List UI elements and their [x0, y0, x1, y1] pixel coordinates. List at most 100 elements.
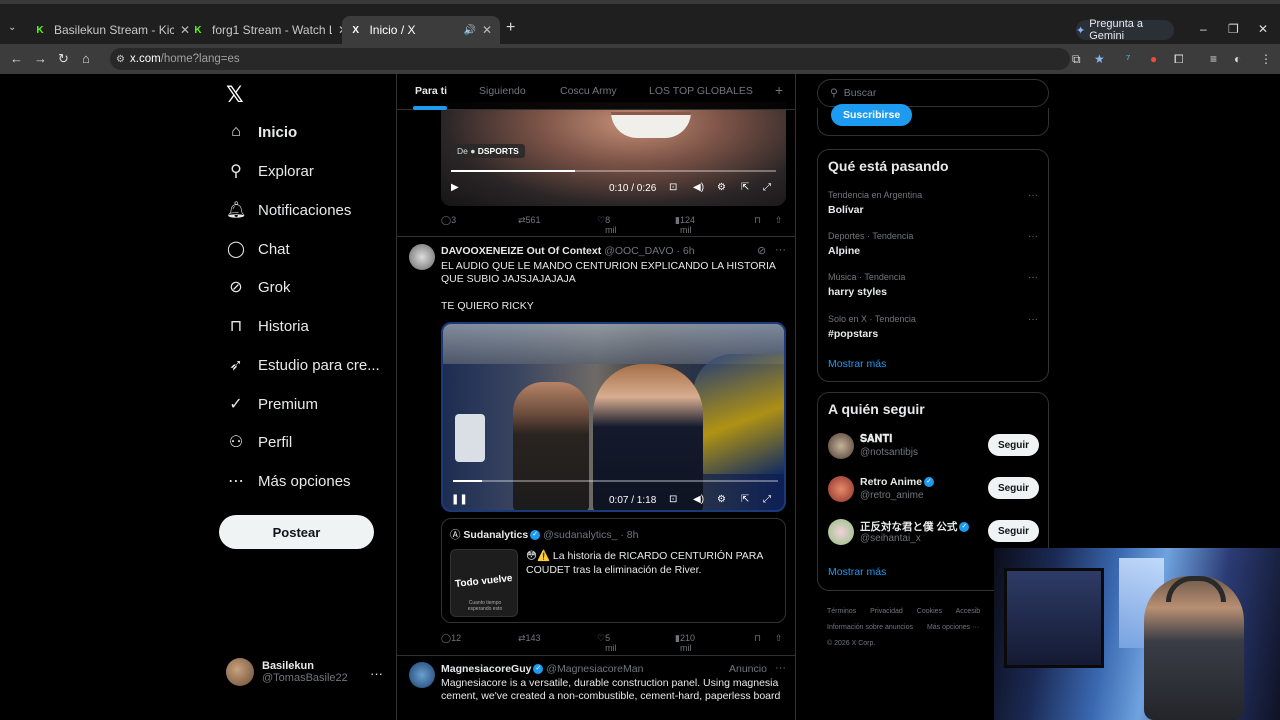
reply-button[interactable]: ◯ 3 — [441, 215, 456, 226]
follow-suggestion[interactable]: Retro Anime ✓ @retro_anime Seguir — [828, 474, 1040, 504]
reply-button[interactable]: ◯ 12 — [441, 633, 461, 644]
views-button[interactable]: ▮ 124 mil — [675, 215, 695, 235]
address-bar[interactable]: ⚙ x.com/home?lang=es — [110, 48, 1070, 70]
sidebar-item-grok[interactable]: ⊘ Grok — [226, 272, 290, 302]
add-tab-icon[interactable]: + — [775, 82, 783, 98]
video-progress-bar[interactable] — [453, 480, 778, 482]
retweet-button[interactable]: ⇄ 561 — [518, 215, 541, 226]
tab-para-ti[interactable]: Para ti — [415, 85, 447, 97]
search-input[interactable]: ⚲ Buscar — [817, 79, 1049, 107]
sidebar-item-mas-opciones[interactable]: ⋯ Más opciones — [226, 466, 351, 496]
sidebar-item-chat[interactable]: ◯ Chat — [226, 234, 290, 264]
share-icon[interactable]: ⇧ — [775, 633, 783, 644]
popout-icon[interactable]: ⇱ — [741, 182, 749, 193]
footer-link[interactable]: Información sobre anuncios — [827, 624, 913, 631]
home-icon[interactable]: ⌂ — [82, 51, 90, 66]
sidebar-item-explorar[interactable]: ⚲ Explorar — [226, 156, 314, 186]
share-icon[interactable]: ⇧ — [775, 215, 783, 226]
bookmark-star-icon[interactable]: ★ — [1094, 52, 1105, 66]
footer-link[interactable]: Privacidad — [870, 608, 903, 615]
like-button[interactable]: ♡ 5 mil — [597, 633, 617, 653]
browser-tab-kick-dashboard[interactable]: K Basilekun Stream - Kick Dashbo ✕ — [26, 18, 198, 42]
more-horizontal-icon[interactable]: ··· — [1028, 190, 1038, 201]
site-info-icon[interactable]: ⚙ — [116, 54, 125, 65]
volume-icon[interactable]: ◀) — [693, 494, 704, 505]
browser-menu-icon[interactable]: ⋮ — [1260, 52, 1272, 66]
grok-icon[interactable]: ⊘ — [757, 244, 766, 257]
trend-item[interactable]: Música · Tendencia harry styles ··· — [828, 272, 1038, 298]
follow-button[interactable]: Seguir — [988, 520, 1039, 542]
sidebar-item-historia[interactable]: ⊓ Historia — [226, 311, 309, 341]
settings-gear-icon[interactable]: ⚙ — [717, 494, 726, 505]
tab-siguiendo[interactable]: Siguiendo — [479, 85, 526, 97]
footer-link[interactable]: Cookies — [917, 608, 942, 615]
follow-button[interactable]: Seguir — [988, 434, 1039, 456]
subscribe-button[interactable]: Suscribirse — [831, 104, 913, 126]
more-horizontal-icon[interactable]: ··· — [775, 662, 786, 674]
tab-coscu-army[interactable]: Coscu Army — [560, 85, 617, 97]
show-more-follow-link[interactable]: Mostrar más — [828, 566, 886, 578]
like-button[interactable]: ♡ 8 mil — [597, 215, 617, 235]
tab-search-chevron-icon[interactable]: ⌄ — [8, 22, 16, 33]
avatar[interactable] — [409, 662, 435, 688]
gemini-button[interactable]: ✦ Pregunta a Gemini — [1076, 18, 1174, 42]
window-close-icon[interactable]: ✕ — [1258, 22, 1268, 36]
author-name[interactable]: DAVOOXENEIZE Out Of Context — [441, 245, 601, 257]
settings-gear-icon[interactable]: ⚙ — [717, 182, 726, 193]
footer-link[interactable]: Más opciones ··· — [927, 624, 979, 631]
tab-los-top-globales[interactable]: LOS TOP GLOBALES — [649, 85, 753, 97]
extensions-icon[interactable]: ⧠ — [1174, 52, 1184, 67]
views-button[interactable]: ▮ 210 mil — [675, 633, 695, 653]
trend-item[interactable]: Solo en X · Tendencia #popstars ··· — [828, 314, 1038, 340]
adblock-extension-icon[interactable]: ● — [1150, 52, 1157, 66]
browser-tab-forg1[interactable]: K forg1 Stream - Watch Live on K ✕ — [184, 18, 356, 42]
bookmark-icon[interactable]: ⊓ — [754, 633, 761, 644]
follow-button[interactable]: Seguir — [988, 477, 1039, 499]
translate-extension-icon[interactable]: ⁷ — [1126, 52, 1130, 66]
more-horizontal-icon[interactable]: ··· — [370, 666, 383, 681]
restore-icon[interactable]: ❐ — [1228, 22, 1239, 36]
trend-item[interactable]: Deportes · Tendencia Alpine ··· — [828, 231, 1038, 257]
captions-icon[interactable]: ⊡ — [669, 494, 677, 505]
follow-suggestion[interactable]: 𝐒𝐀𝐍𝐓𝐈 @notsantibjs Seguir — [828, 431, 1040, 461]
show-more-trends-link[interactable]: Mostrar más — [828, 358, 886, 370]
quoted-tweet[interactable]: Ⓐ Sudanalytics ✓ @sudanalytics_ · 8h Todo… — [441, 518, 786, 623]
more-horizontal-icon[interactable]: ··· — [1028, 272, 1038, 283]
minimize-icon[interactable]: – — [1200, 22, 1207, 36]
reading-list-icon[interactable]: ≡ — [1210, 52, 1217, 66]
back-arrow-icon[interactable]: ← — [10, 51, 23, 66]
speaker-icon[interactable]: 🔊 — [463, 25, 475, 36]
sidebar-item-premium[interactable]: ✓ Premium — [226, 389, 318, 419]
video-progress-bar[interactable] — [451, 170, 776, 172]
account-switcher[interactable]: Basilekun @TomasBasile22 — [226, 658, 348, 686]
captions-icon[interactable]: ⊡ — [669, 182, 677, 193]
more-horizontal-icon[interactable]: ··· — [1028, 314, 1038, 325]
forward-arrow-icon[interactable]: → — [34, 51, 47, 66]
browser-tab-x-home[interactable]: X Inicio / X 🔊 ✕ — [342, 16, 500, 44]
retweet-button[interactable]: ⇄ 143 — [518, 633, 541, 644]
avatar[interactable] — [409, 244, 435, 270]
popout-icon[interactable]: ⇱ — [741, 494, 749, 505]
volume-icon[interactable]: ◀) — [693, 182, 704, 193]
sidebar-item-estudio[interactable]: ➶ Estudio para cre... — [226, 350, 379, 380]
footer-link[interactable]: Accesib — [956, 608, 981, 615]
footer-link[interactable]: Términos — [827, 608, 856, 615]
video-player[interactable]: De ● DSPORTS ▶ 0:10 / 0:26 ⊡ ◀) ⚙ ⇱ ⤢ — [441, 102, 786, 206]
fullscreen-icon[interactable]: ⤢ — [763, 494, 771, 505]
video-player[interactable]: ❚❚ 0:07 / 1:18 ⊡ ◀) ⚙ ⇱ ⤢ — [441, 322, 786, 512]
follow-suggestion[interactable]: 正反対な君と僕 公式 ✓ @seihantai_x Seguir — [828, 517, 1040, 547]
install-app-icon[interactable]: ⧉ — [1072, 52, 1081, 67]
pause-icon[interactable]: ❚❚ — [451, 494, 468, 505]
post-button[interactable]: Postear — [219, 515, 374, 549]
tab-close-icon[interactable]: ✕ — [482, 23, 492, 37]
play-icon[interactable]: ▶ — [451, 182, 459, 193]
author-handle[interactable]: @OOC_DAVO — [604, 245, 673, 257]
sidebar-item-perfil[interactable]: ⚇ Perfil — [226, 427, 292, 457]
sidebar-item-notificaciones[interactable]: 🔔︎ Notificaciones — [226, 195, 351, 225]
sidebar-item-inicio[interactable]: ⌂ Inicio — [226, 117, 297, 147]
trend-item[interactable]: Tendencia en Argentina Bolívar ··· — [828, 190, 1038, 216]
more-horizontal-icon[interactable]: ··· — [775, 244, 786, 256]
author-name[interactable]: MagnesiacoreGuy — [441, 663, 531, 675]
more-horizontal-icon[interactable]: ··· — [1028, 231, 1038, 242]
author-handle[interactable]: @MagnesiacoreMan — [546, 663, 643, 675]
